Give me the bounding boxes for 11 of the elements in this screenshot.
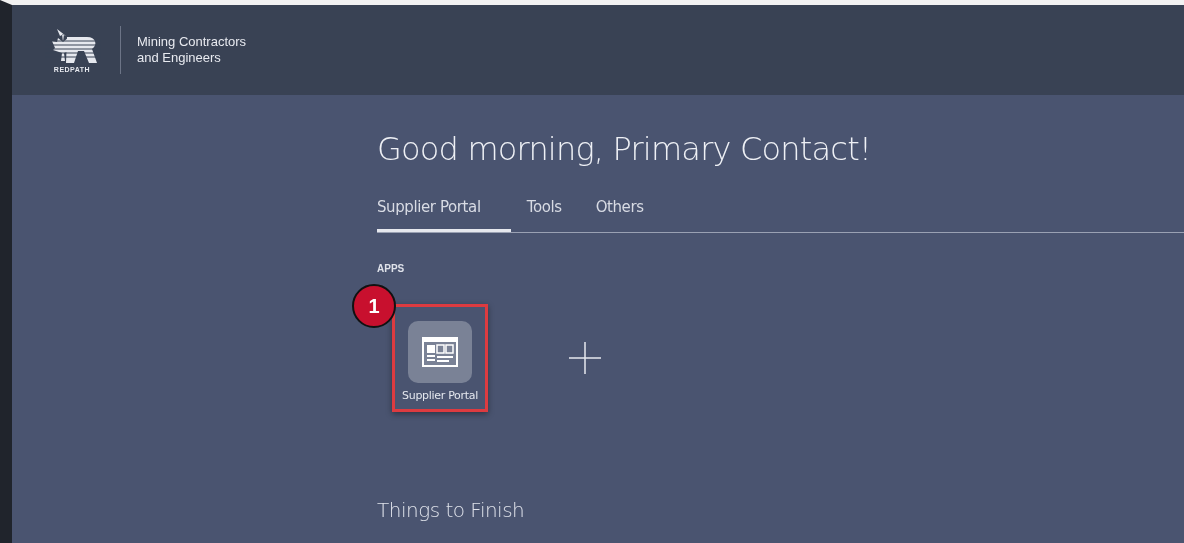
tab[interactable]: Supplier Portal: [377, 192, 511, 232]
add-icon[interactable]: [568, 341, 602, 375]
tab[interactable]: Others: [595, 192, 644, 232]
company-name: Mining Contractors and Engineers: [137, 34, 247, 66]
section-heading: APPS: [377, 263, 406, 274]
callout-badge: 1: [352, 284, 396, 328]
tab[interactable]: Tools: [526, 192, 562, 232]
app-tile[interactable]: Supplier Portal: [392, 304, 488, 412]
greeting-heading: Good morning, Primary Contact!: [377, 130, 872, 168]
section-heading: Things to Finish: [377, 498, 526, 522]
portal-icon: [422, 337, 458, 367]
